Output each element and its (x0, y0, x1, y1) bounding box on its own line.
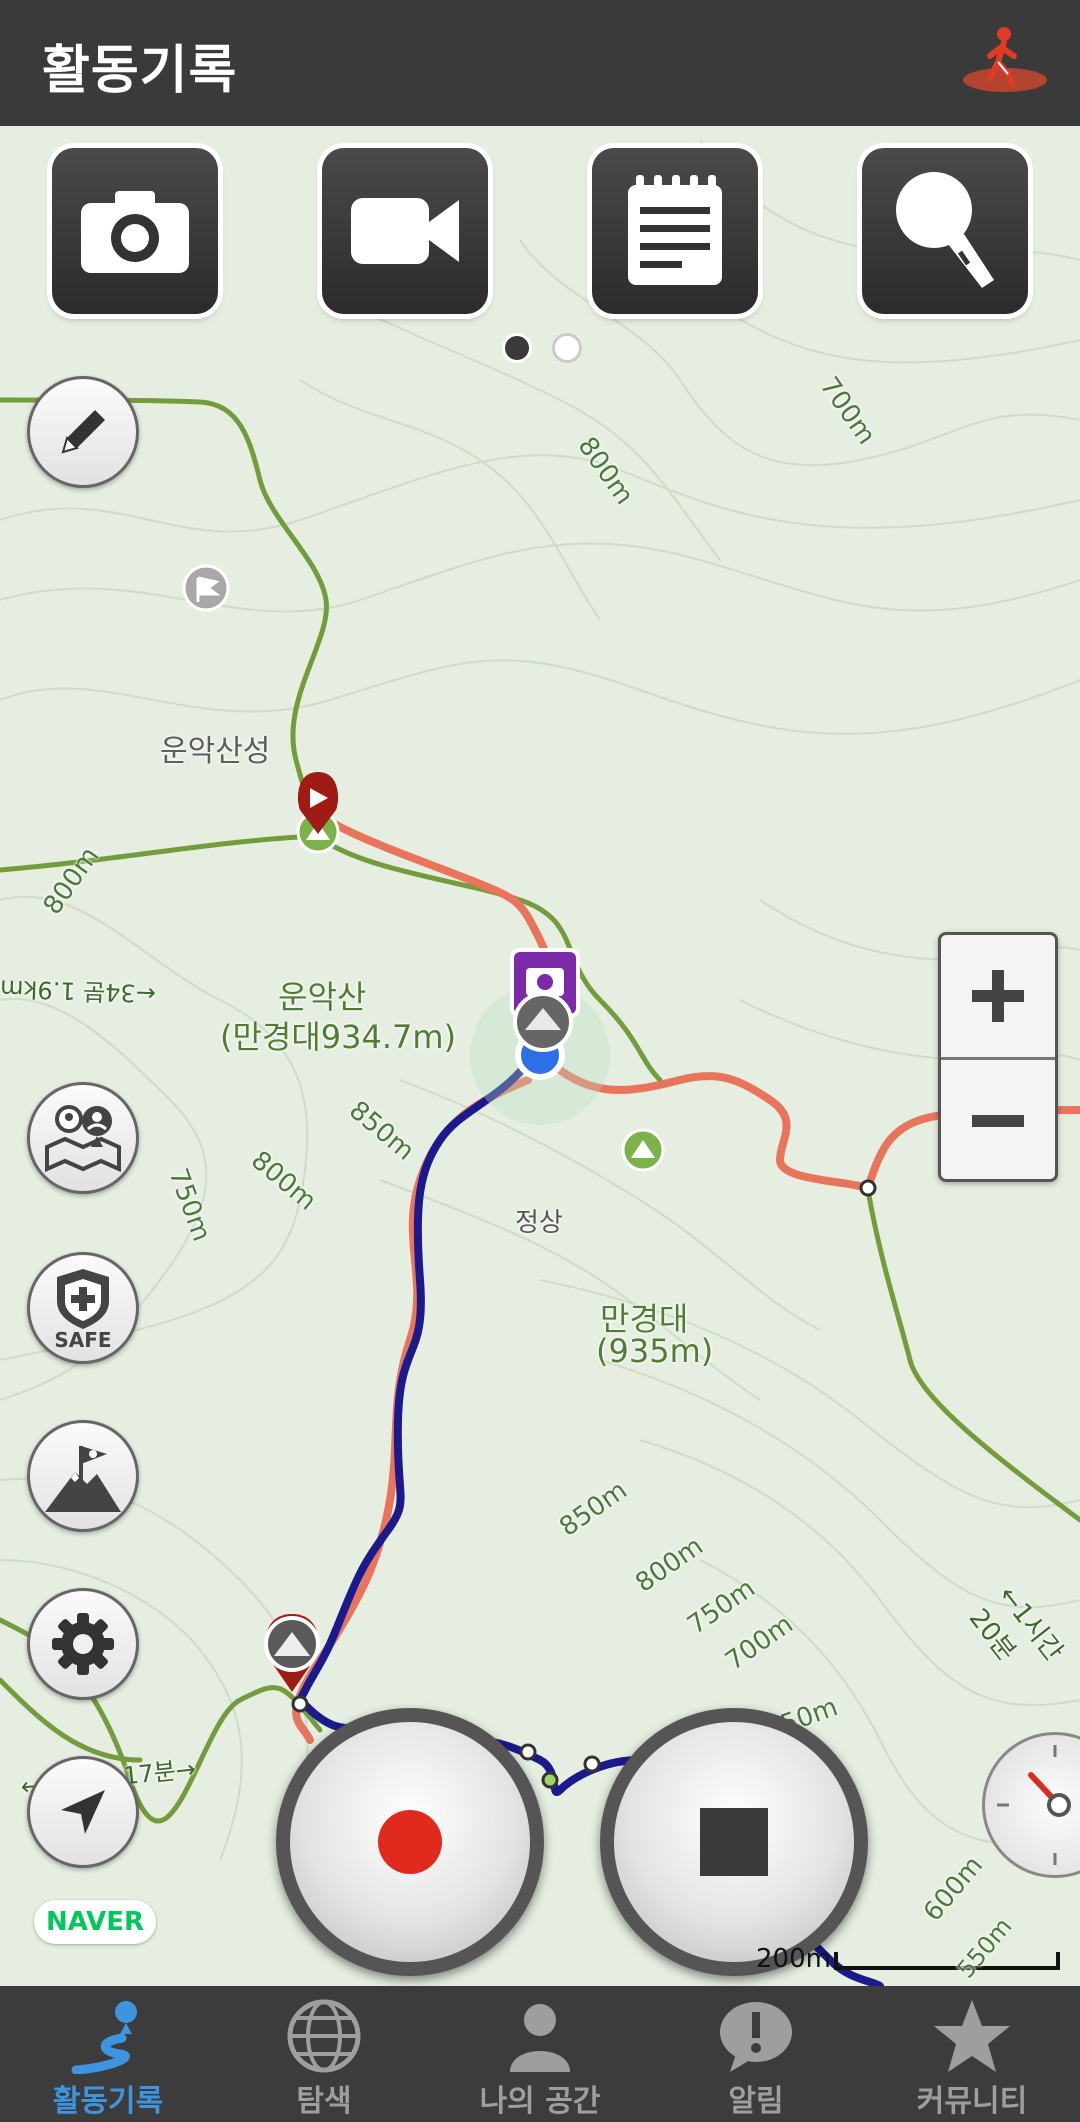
tab-label: 탐색 (296, 2084, 352, 2119)
peak-sub-label: (935m) (596, 1332, 714, 1370)
zoom-in-button[interactable] (941, 935, 1055, 1057)
minus-icon (972, 1115, 1024, 1127)
compass[interactable] (982, 1732, 1080, 1878)
microphone-icon (896, 172, 994, 288)
tab-label: 나의 공간 (479, 2084, 601, 2119)
camera-button[interactable] (52, 148, 218, 314)
trail-time-label: ←34분 1.9km (0, 974, 157, 1008)
page-indicator[interactable] (552, 333, 582, 363)
memo-button[interactable] (592, 148, 758, 314)
tab-notifications[interactable]: 알림 (648, 1986, 864, 2122)
map-people-icon (45, 1105, 121, 1173)
safe-label: SAFE (54, 1328, 111, 1351)
summit-label: 정상 (515, 1208, 563, 1238)
gear-icon (52, 1613, 114, 1675)
settings-button[interactable] (27, 1588, 139, 1700)
fortress-label: 운악산성 (160, 734, 271, 769)
bottom-tab-bar: 활동기록 탐색 나의 공간 알림 커뮤니티 (0, 1986, 1080, 2122)
star-icon (934, 2000, 1010, 2072)
zoom-out-button[interactable] (941, 1057, 1055, 1182)
mountain-sub-label: (만경대934.7m) (220, 1018, 457, 1056)
stop-icon (700, 1808, 768, 1876)
tab-my-space[interactable]: 나의 공간 (432, 1986, 648, 2122)
route-pin-icon (71, 2001, 137, 2074)
map-canvas (0, 139, 1080, 1986)
page-indicator-active[interactable] (502, 333, 532, 363)
zoom-control (938, 932, 1058, 1182)
nearby-users-button[interactable] (27, 1082, 139, 1194)
tab-activity-record[interactable]: 활동기록 (0, 1986, 216, 2122)
locate-button[interactable] (27, 1756, 139, 1868)
voice-button[interactable] (862, 148, 1028, 314)
globe-icon (287, 1999, 361, 2073)
plus-icon (972, 970, 1024, 1022)
tab-label: 커뮤니티 (916, 2084, 1028, 2119)
person-icon (510, 2004, 570, 2072)
mountain-flag-icon (45, 1446, 121, 1512)
hiker-icon[interactable] (960, 22, 1050, 102)
video-camera-icon (351, 198, 459, 264)
safe-button[interactable]: SAFE (27, 1252, 139, 1364)
record-button[interactable] (276, 1708, 544, 1976)
camera-icon (81, 191, 189, 273)
app-header: 활동기록 (0, 0, 1080, 126)
tab-label: 알림 (728, 2084, 784, 2119)
tab-label: 활동기록 (52, 2084, 164, 2119)
tab-explore[interactable]: 탐색 (216, 1986, 432, 2122)
page-title: 활동기록 (42, 41, 238, 101)
notepad-icon (628, 175, 722, 285)
pencil-icon (61, 410, 105, 454)
video-button[interactable] (322, 148, 488, 314)
stop-button[interactable] (600, 1708, 868, 1976)
tab-community[interactable]: 커뮤니티 (864, 1986, 1080, 2122)
map-view[interactable]: 운악산성 운악산 (만경대934.7m) 정상 만경대 (935m) 800m … (0, 126, 1080, 1986)
scale-label: 200m (756, 1944, 831, 1974)
naver-logo: NAVER (34, 1900, 156, 1944)
record-icon (378, 1810, 442, 1874)
shield-icon: SAFE (54, 1269, 112, 1351)
location-arrow-icon (61, 1790, 105, 1834)
alert-bubble-icon (720, 2002, 792, 2072)
summit-button[interactable] (27, 1420, 139, 1532)
edit-button[interactable] (27, 376, 139, 488)
compass-needle-icon (997, 1745, 1071, 1865)
